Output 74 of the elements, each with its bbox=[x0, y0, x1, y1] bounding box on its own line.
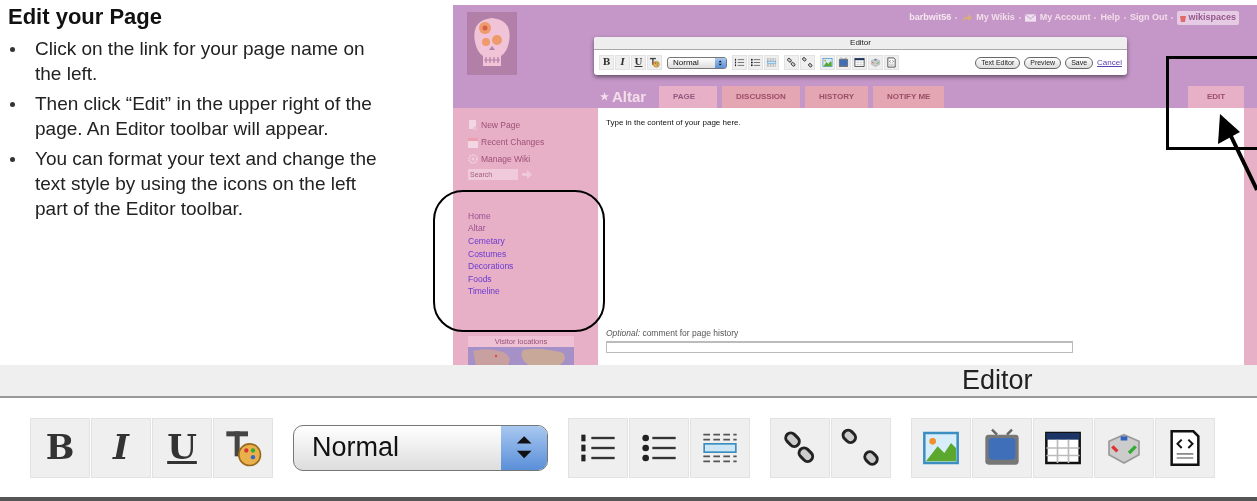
format-button[interactable]: U bbox=[152, 417, 212, 478]
image-button[interactable] bbox=[911, 417, 971, 478]
edit-tab[interactable]: EDIT bbox=[1188, 85, 1244, 108]
wikispaces-badge[interactable]: wikispaces bbox=[1177, 11, 1239, 25]
user-link[interactable]: Sign Out bbox=[1129, 11, 1168, 25]
broken-link-icon bbox=[802, 57, 813, 68]
format-button[interactable]: I bbox=[615, 55, 630, 70]
textcolor-button[interactable] bbox=[647, 55, 662, 70]
page-tab[interactable]: DISCUSSION bbox=[722, 85, 800, 108]
textcolor-button[interactable] bbox=[213, 417, 273, 478]
editor-title: Editor bbox=[850, 37, 871, 49]
page-title: Altar bbox=[612, 86, 647, 107]
instruction-text: Click on the link for your page name on the left. bbox=[35, 37, 366, 86]
page-tab[interactable]: PAGE bbox=[659, 85, 718, 108]
table-button[interactable] bbox=[1033, 417, 1093, 478]
link-button[interactable] bbox=[784, 55, 799, 70]
page-icon bbox=[468, 119, 478, 131]
user-link[interactable]: barbwit56 bbox=[909, 11, 952, 25]
calendar-icon bbox=[468, 136, 478, 148]
badge-label: wikispaces bbox=[1188, 11, 1236, 25]
flowerpot-icon bbox=[1180, 14, 1187, 22]
slide-title: Edit your Page bbox=[8, 3, 164, 31]
page-tab[interactable]: HISTORY bbox=[804, 85, 868, 108]
paragraph-style-select[interactable]: Normal bbox=[293, 424, 548, 471]
page-link[interactable]: Cemetary bbox=[468, 235, 598, 248]
gear-icon bbox=[468, 154, 478, 165]
instruction-text: You can format your text and change the text style by using the icons on the left part of the Editor toolbar. bbox=[35, 147, 378, 221]
page-link[interactable]: Home bbox=[468, 209, 598, 223]
mail-icon bbox=[1024, 14, 1036, 22]
editor-content-text: Type in the content of your page here. bbox=[606, 116, 742, 129]
link-button[interactable] bbox=[770, 417, 830, 478]
format-button[interactable]: B bbox=[599, 55, 614, 70]
instruction-text: Then click “Edit” in the upper right of the page. An Editor toolbar will appear. bbox=[35, 92, 373, 141]
text-color-icon bbox=[649, 57, 660, 68]
bullet-icon bbox=[10, 47, 15, 52]
television-icon bbox=[838, 57, 849, 68]
page-link[interactable]: Timeline bbox=[468, 285, 598, 298]
embed-button[interactable] bbox=[1155, 417, 1215, 478]
format-button[interactable]: B bbox=[30, 417, 90, 478]
page-link[interactable]: Altar bbox=[468, 222, 598, 236]
table-button[interactable] bbox=[852, 55, 867, 70]
page-link[interactable]: Decorations bbox=[468, 260, 598, 273]
comment-field[interactable] bbox=[606, 341, 1073, 353]
page-tab[interactable]: NOTIFY ME bbox=[873, 85, 945, 108]
sidebar-action-link[interactable]: New Page bbox=[481, 118, 521, 132]
bullet-icon bbox=[10, 157, 15, 162]
comment-label: Optional: comment for page history bbox=[606, 327, 740, 340]
chain-link-icon bbox=[786, 57, 797, 68]
arrow-icon bbox=[522, 169, 532, 179]
paragraph-style-select[interactable]: Normal bbox=[667, 56, 727, 69]
image-button[interactable] bbox=[820, 55, 835, 70]
format-button[interactable]: I bbox=[91, 417, 151, 478]
embed-code-icon bbox=[886, 57, 897, 68]
bullet-icon bbox=[10, 102, 15, 107]
arrow-icon bbox=[961, 13, 973, 23]
format-button[interactable]: U bbox=[631, 55, 646, 70]
image-icon bbox=[822, 57, 833, 68]
sidebar-action-link[interactable]: Recent Changes bbox=[481, 135, 545, 149]
stepper-icon bbox=[718, 59, 723, 66]
unlink-button[interactable] bbox=[831, 417, 891, 478]
sidebar-action-link[interactable]: Manage Wiki bbox=[481, 152, 531, 166]
star-icon bbox=[600, 92, 609, 102]
cancel-link[interactable]: Cancel bbox=[1097, 56, 1122, 69]
editor-title: Editor bbox=[962, 364, 1033, 396]
television-icon bbox=[982, 427, 1022, 468]
page-link[interactable]: Foods bbox=[468, 272, 598, 286]
stepper-icon bbox=[514, 434, 534, 461]
table-icon bbox=[854, 57, 865, 68]
video-button[interactable] bbox=[972, 417, 1032, 478]
user-link[interactable]: Help bbox=[1100, 11, 1120, 25]
page-link[interactable]: Costumes bbox=[468, 247, 598, 261]
video-button[interactable] bbox=[836, 55, 851, 70]
skull-logo bbox=[467, 12, 517, 75]
broken-link-icon bbox=[841, 427, 881, 468]
